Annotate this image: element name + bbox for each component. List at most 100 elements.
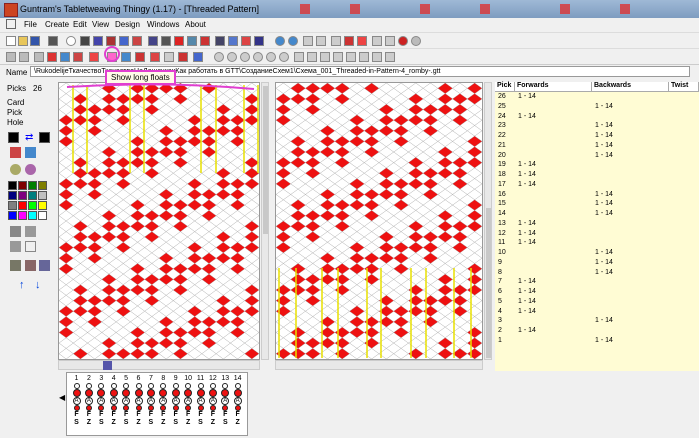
pattern-cell[interactable] [187, 231, 203, 243]
pattern-cell[interactable] [244, 157, 259, 169]
zoom-icon[interactable] [66, 36, 76, 46]
pattern-cell[interactable] [334, 178, 350, 190]
pattern-cell[interactable] [466, 220, 482, 232]
pattern-cell[interactable] [349, 295, 365, 307]
pattern-cell[interactable] [115, 157, 131, 169]
pattern-cell[interactable] [144, 273, 160, 285]
pattern-cell[interactable] [158, 348, 174, 359]
pattern-cell[interactable] [215, 199, 231, 211]
pattern-cell[interactable] [201, 316, 217, 328]
pattern-cell[interactable] [466, 284, 482, 296]
pattern-cell[interactable] [101, 220, 117, 232]
pattern-cell[interactable] [244, 199, 259, 211]
pattern-cell[interactable] [349, 305, 365, 317]
pattern-cell[interactable] [130, 231, 146, 243]
pattern-cell[interactable] [101, 284, 117, 296]
pattern-cell[interactable] [187, 178, 203, 190]
palette-swatch[interactable] [38, 181, 47, 190]
pattern-cell[interactable] [230, 199, 246, 211]
pattern-cell[interactable] [172, 284, 188, 296]
pattern-cell[interactable] [378, 188, 395, 201]
pattern-cell[interactable] [378, 241, 395, 254]
pattern-cell[interactable] [201, 284, 217, 296]
pattern-cell[interactable] [87, 114, 103, 126]
pattern-cell[interactable] [290, 210, 306, 222]
palette-edit-icon[interactable] [25, 164, 36, 175]
pattern-cell[interactable] [422, 83, 439, 94]
pattern-cell[interactable] [115, 93, 131, 105]
table-row[interactable]: 11 1 - 14 [495, 239, 699, 249]
twist-icon[interactable] [187, 36, 197, 46]
pattern-cell[interactable] [59, 103, 74, 116]
pattern-cell[interactable] [408, 83, 424, 94]
pattern-cell[interactable] [334, 252, 350, 264]
pattern-cell[interactable] [59, 337, 74, 349]
pattern-cell[interactable] [201, 125, 217, 137]
pattern-cell[interactable] [215, 348, 231, 359]
pattern-cell[interactable] [290, 83, 306, 94]
pattern-cell[interactable] [59, 348, 74, 359]
pattern-cell[interactable] [437, 252, 453, 264]
pattern-cell[interactable] [452, 146, 468, 158]
pattern-cell[interactable] [72, 178, 88, 190]
pattern-cell[interactable] [276, 337, 292, 349]
pattern-cell[interactable] [101, 125, 117, 137]
dot-icon[interactable] [385, 52, 395, 62]
pattern-cell[interactable] [59, 125, 74, 137]
view-icon[interactable] [164, 52, 174, 62]
fill-icon[interactable] [357, 36, 367, 46]
pattern-cell[interactable] [378, 231, 395, 243]
pattern-cell[interactable] [115, 284, 131, 296]
pattern-cell[interactable] [290, 337, 306, 349]
pattern-cell[interactable] [87, 167, 103, 179]
pattern-cell[interactable] [319, 135, 336, 147]
pattern-view-threaded[interactable] [58, 82, 260, 360]
pattern-cell[interactable] [244, 146, 259, 158]
pattern-cell[interactable] [101, 178, 117, 190]
pattern-cell[interactable] [276, 114, 292, 126]
pattern-cell[interactable] [87, 188, 103, 201]
pattern-cell[interactable] [230, 252, 246, 264]
pattern-cell[interactable] [115, 135, 131, 147]
pattern-cell[interactable] [115, 210, 131, 222]
pattern-cell[interactable] [244, 337, 259, 349]
pattern-cell[interactable] [87, 199, 103, 211]
pattern-cell[interactable] [244, 188, 259, 201]
pattern-cell[interactable] [422, 220, 439, 232]
pattern-cell[interactable] [130, 220, 146, 232]
pattern-cell[interactable] [201, 231, 217, 243]
pattern-cell[interactable] [452, 273, 468, 285]
table-row[interactable]: 23 1 - 14 [495, 122, 699, 132]
pattern-cell[interactable] [72, 157, 88, 169]
mirror-icon[interactable] [241, 36, 251, 46]
pattern-cell[interactable] [187, 241, 203, 254]
dot-icon[interactable] [214, 52, 224, 62]
pattern-cell[interactable] [393, 316, 409, 328]
pattern-cell[interactable] [437, 188, 453, 201]
menu-view[interactable]: View [92, 20, 109, 29]
dot-icon[interactable] [346, 52, 356, 62]
palette-swatch[interactable] [8, 181, 17, 190]
pattern-cell[interactable] [130, 252, 146, 264]
threading-marker-icon[interactable] [103, 361, 112, 370]
pattern-cell[interactable] [187, 93, 203, 105]
pattern-cell[interactable] [393, 273, 409, 285]
table-row[interactable]: 21 1 - 14 [495, 142, 699, 152]
pattern-cell[interactable] [408, 146, 424, 158]
pattern-cell[interactable] [466, 93, 482, 105]
pattern-cell[interactable] [349, 220, 365, 232]
pattern-cell[interactable] [244, 326, 259, 339]
pattern-cell[interactable] [305, 146, 321, 158]
pattern-cell[interactable] [87, 210, 103, 222]
pattern-cell[interactable] [290, 125, 306, 137]
pattern-cell[interactable] [290, 157, 306, 169]
palette-swatch[interactable] [18, 191, 27, 200]
pattern-cell[interactable] [452, 135, 468, 147]
scrollbar-right[interactable] [484, 82, 492, 360]
pattern-cell[interactable] [378, 103, 395, 116]
card-column[interactable]: 10 A F Z [183, 375, 194, 427]
repeat-icon[interactable] [254, 36, 264, 46]
pattern-cell[interactable] [319, 83, 336, 94]
pattern-cell[interactable] [437, 316, 453, 328]
pattern-cell[interactable] [305, 135, 321, 147]
